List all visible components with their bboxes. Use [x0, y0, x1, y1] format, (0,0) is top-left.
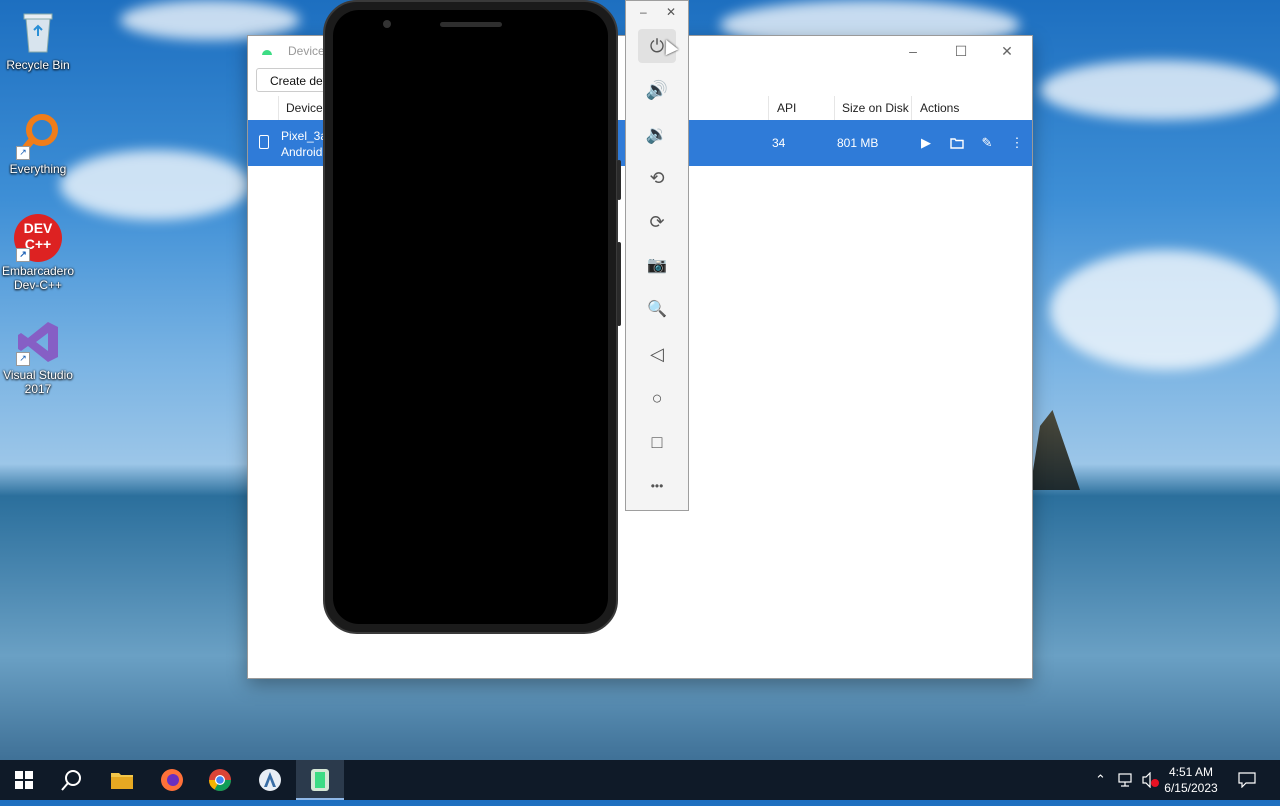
home-icon[interactable]: ○	[638, 381, 676, 415]
everything-icon: ↗	[14, 112, 62, 160]
cloud	[120, 0, 300, 40]
clock-date: 6/15/2023	[1164, 781, 1218, 795]
more-vert-icon[interactable]: ⋮	[1008, 134, 1026, 152]
shortcut-arrow-icon: ↗	[16, 146, 30, 160]
earpiece-speaker	[440, 22, 502, 27]
device-name: Pixel_3a	[281, 129, 328, 143]
rotate-left-icon[interactable]: ⟲	[638, 161, 676, 195]
show-hidden-icons-chevron-icon[interactable]: ⌃	[1095, 760, 1106, 800]
column-header-api[interactable]: API	[777, 101, 796, 115]
more-icon[interactable]: •••	[638, 469, 676, 503]
rotate-right-icon[interactable]: ⟳	[638, 205, 676, 239]
window-title: Device	[288, 44, 325, 58]
recycle-bin-icon	[14, 8, 62, 56]
front-camera	[383, 20, 391, 28]
column-header-actions: Actions	[920, 101, 960, 115]
maximize-button[interactable]: ☐	[938, 36, 984, 66]
cloud	[1050, 250, 1280, 370]
column-divider	[768, 96, 769, 120]
device-size: 801 MB	[837, 136, 879, 150]
firefox-icon[interactable]	[148, 760, 196, 800]
column-divider	[911, 96, 912, 120]
emulator-toolbar: – ✕ ⏻ 🔊 🔉 ⟲ ⟳ 📷 🔍 ◁ ○ □ •••	[625, 0, 689, 511]
taskbar-clock[interactable]: 4:51 AM 6/15/2023	[1156, 764, 1226, 796]
column-header-device[interactable]: Device	[286, 101, 323, 115]
emulator-device-frame	[323, 0, 621, 634]
desktop-icon-visual-studio[interactable]: ↗ Visual Studio 2017	[0, 318, 76, 396]
column-header-size[interactable]: Size on Disk	[842, 101, 909, 115]
taskbar: ⌃ 4:51 AM 6/15/2023	[0, 760, 1280, 800]
folder-icon[interactable]	[948, 134, 966, 152]
camera-icon[interactable]: 📷	[638, 249, 676, 283]
desktop-icon-devcpp[interactable]: DEV C++ ↗ Embarcadero Dev-C++	[0, 214, 76, 292]
cliff-rock	[1030, 410, 1080, 490]
overview-icon[interactable]: □	[638, 425, 676, 459]
clock-time: 4:51 AM	[1168, 765, 1214, 779]
visual-studio-icon: ↗	[14, 318, 62, 366]
shortcut-arrow-icon: ↗	[16, 352, 30, 366]
desktop-icon-recycle-bin[interactable]: Recycle Bin	[0, 8, 76, 72]
side-power-button	[617, 160, 621, 200]
column-divider	[278, 96, 279, 120]
minimize-button[interactable]: –	[890, 36, 936, 66]
file-explorer-icon[interactable]	[98, 760, 146, 800]
devcpp-icon: DEV C++ ↗	[14, 214, 62, 262]
device-type-icon	[259, 135, 269, 149]
notification-center-icon[interactable]	[1238, 760, 1256, 800]
desktop-icon-label: Recycle Bin	[6, 58, 70, 72]
play-icon[interactable]: ▶	[917, 134, 935, 152]
chrome-icon[interactable]	[196, 760, 244, 800]
device-api: 34	[772, 136, 786, 150]
volume-down-icon[interactable]: 🔉	[638, 117, 676, 151]
network-icon[interactable]	[1118, 760, 1136, 800]
emulator-taskbar-icon[interactable]	[296, 760, 344, 800]
back-icon[interactable]: ◁	[638, 337, 676, 371]
emulator-screen[interactable]	[333, 10, 608, 624]
desktop-icon-label: Everything	[9, 162, 67, 176]
search-icon[interactable]	[48, 760, 96, 800]
emulator-close-button[interactable]: ✕	[666, 5, 676, 19]
cloud	[60, 150, 250, 220]
volume-up-icon[interactable]: 🔊	[638, 73, 676, 107]
shortcut-arrow-icon: ↗	[16, 248, 30, 262]
column-divider	[834, 96, 835, 120]
edit-icon[interactable]: ✎	[978, 134, 996, 152]
desktop-icon-label: Embarcadero Dev-C++	[1, 264, 75, 292]
side-volume-button	[617, 242, 621, 326]
android-icon	[262, 50, 272, 55]
device-subtitle: Android	[281, 145, 323, 159]
desktop-icon-label: Visual Studio 2017	[3, 368, 73, 396]
emulator-minimize-button[interactable]: –	[640, 5, 647, 19]
zoom-icon[interactable]: 🔍	[638, 293, 676, 327]
cloud	[1040, 60, 1280, 120]
desktop-icon-everything[interactable]: ↗ Everything	[0, 112, 76, 176]
windows-start-icon[interactable]	[0, 760, 48, 800]
android-studio-icon[interactable]	[246, 760, 294, 800]
close-button[interactable]: ✕	[984, 36, 1030, 66]
